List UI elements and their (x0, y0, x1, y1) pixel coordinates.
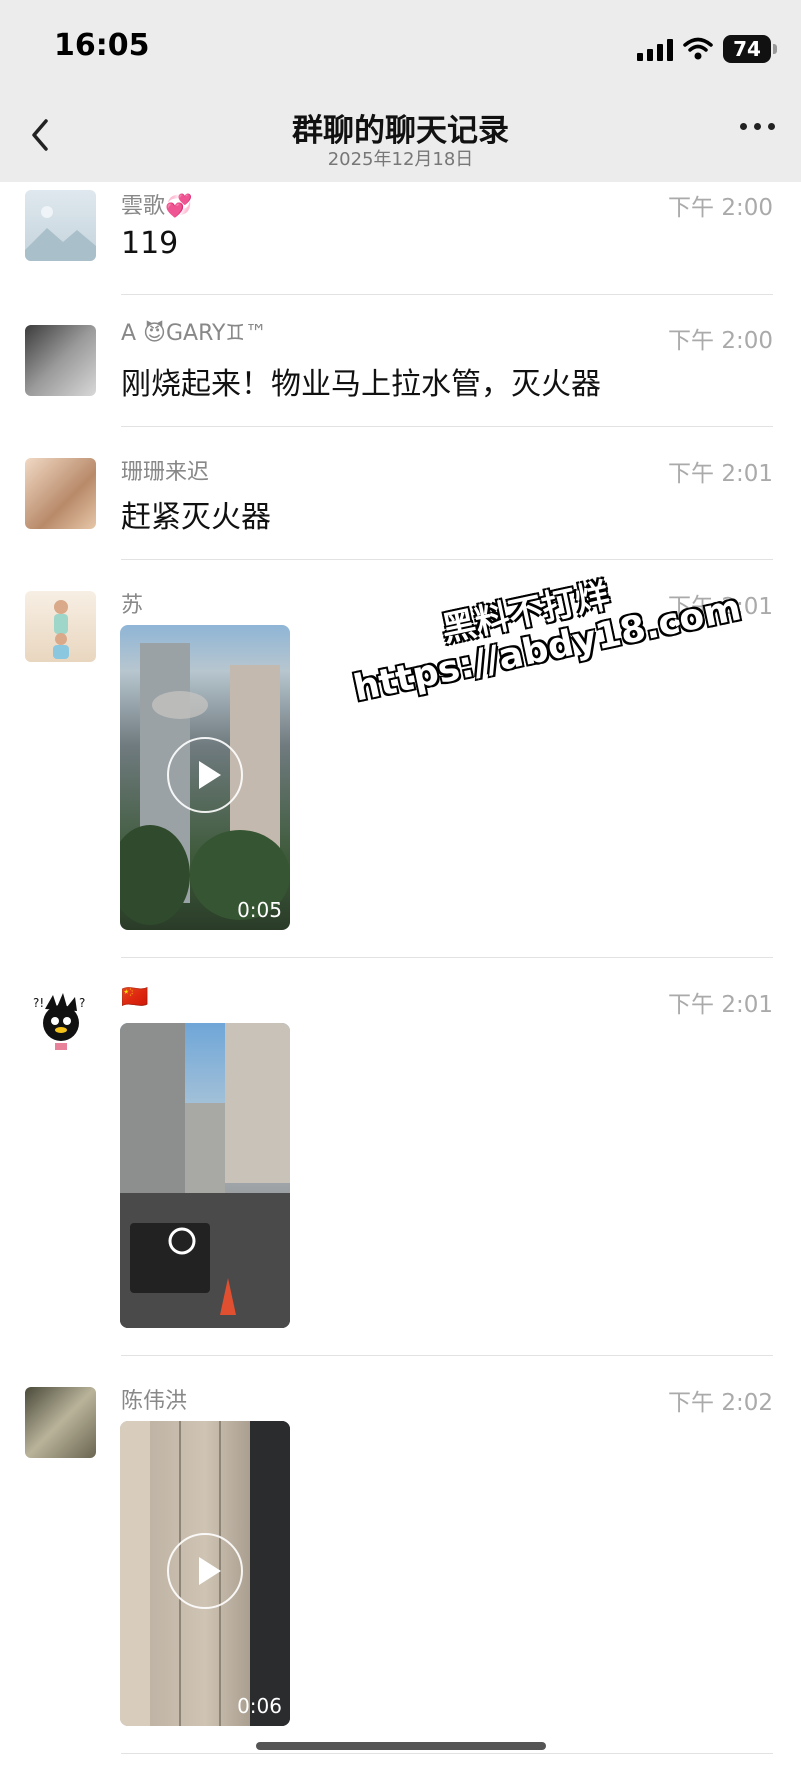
sender-name: 苏 (121, 593, 144, 618)
message-text: 赶紧灭火器 (121, 500, 271, 535)
sender-name: 雲歌💞 (121, 194, 193, 219)
avatar[interactable] (25, 591, 96, 662)
battery-icon: 74 (723, 35, 777, 63)
image-thumbnail[interactable] (120, 1023, 290, 1328)
list-item[interactable]: 珊珊来迟 下午 2:01 赶紧灭火器 (0, 428, 801, 561)
video-duration: 0:06 (237, 1694, 282, 1718)
message-list[interactable]: 雲歌💞 下午 2:00 119 A 😈GARY♊™ 下午 2:00 刚烧起来！物… (0, 182, 801, 1754)
divider (121, 1355, 773, 1356)
svg-text:?: ? (79, 996, 85, 1010)
message-text: 刚烧起来！物业马上拉水管，灭火器 (121, 367, 601, 402)
divider (121, 957, 773, 958)
signal-icon (637, 37, 673, 61)
status-icons: 74 (637, 32, 777, 66)
sender-name: 陈伟洪 (121, 1389, 188, 1414)
divider (121, 1753, 773, 1754)
page-subtitle: 2025年12月18日 (327, 149, 474, 170)
street-scene (120, 1023, 290, 1328)
list-item[interactable]: 雲歌💞 下午 2:00 119 (0, 182, 801, 297)
status-bar: 16:05 74 (0, 0, 801, 95)
message-time: 下午 2:01 (668, 461, 773, 487)
avatar[interactable] (25, 1387, 96, 1458)
image-placeholder-icon (25, 206, 96, 261)
home-indicator[interactable] (256, 1742, 546, 1750)
list-item[interactable]: A 😈GARY♊™ 下午 2:00 刚烧起来！物业马上拉水管，灭火器 (0, 295, 801, 428)
status-time: 16:05 (54, 28, 150, 63)
divider (121, 559, 773, 560)
video-duration: 0:05 (237, 898, 282, 922)
page-title: 群聊的聊天记录 (292, 113, 509, 149)
message-time: 下午 2:01 (668, 992, 773, 1018)
avatar[interactable]: ?! ? (25, 989, 96, 1060)
avatar[interactable] (25, 458, 96, 529)
avatar[interactable] (25, 190, 96, 261)
avatar[interactable] (25, 325, 96, 396)
play-icon[interactable] (167, 1533, 243, 1609)
list-item[interactable]: 陈伟洪 下午 2:02 0:06 (0, 1357, 801, 1755)
nav-bar: 群聊的聊天记录 2025年12月18日 (0, 95, 801, 182)
video-thumbnail[interactable]: 0:05 (120, 625, 290, 930)
wifi-icon (683, 37, 713, 60)
badtz-maru-icon: ?! ? (33, 993, 85, 1050)
play-icon[interactable] (167, 737, 243, 813)
sender-name: 🇨🇳 (121, 985, 149, 1010)
message-text: 119 (121, 226, 179, 261)
message-time: 下午 2:00 (668, 328, 773, 354)
message-time: 下午 2:00 (668, 195, 773, 221)
sender-name: 珊珊来迟 (121, 460, 210, 485)
list-item[interactable]: ?! ? 🇨🇳 下午 2:01 (0, 959, 801, 1357)
more-dots-icon[interactable] (740, 123, 775, 130)
video-thumbnail[interactable]: 0:06 (120, 1421, 290, 1726)
message-time: 下午 2:02 (668, 1390, 773, 1416)
avatar-figure (53, 600, 69, 659)
divider (121, 426, 773, 427)
svg-text:?!: ?! (33, 996, 44, 1010)
sender-name: A 😈GARY♊™ (121, 321, 268, 346)
